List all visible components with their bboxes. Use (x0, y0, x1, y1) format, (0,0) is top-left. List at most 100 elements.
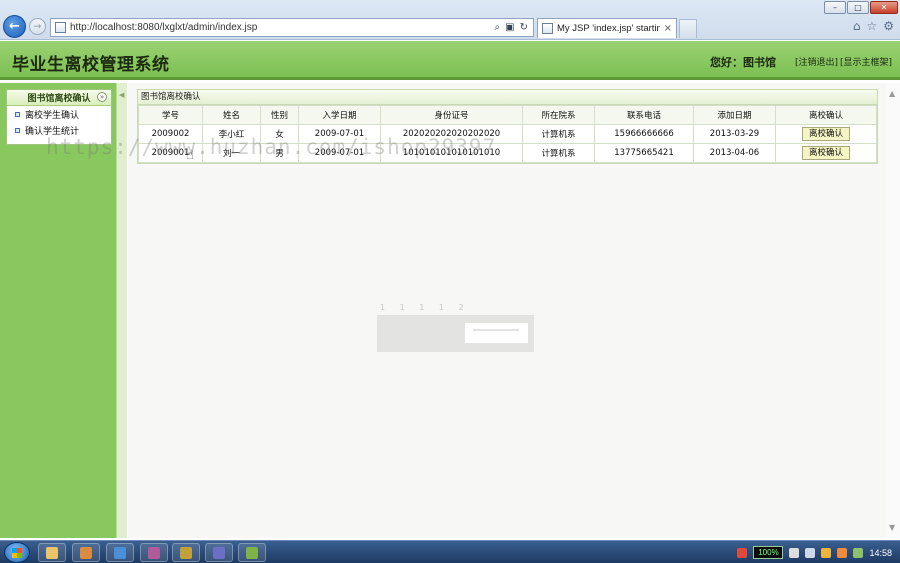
url-text[interactable]: http://localhost:8080/lxglxt/admin/index… (70, 22, 495, 33)
media-icon (80, 546, 92, 559)
maximize-button[interactable]: □ (847, 1, 869, 14)
power-icon[interactable] (789, 547, 800, 558)
close-window-button[interactable]: ✕ (870, 1, 898, 14)
minimize-button[interactable]: – (824, 1, 846, 14)
address-tools: ⌕ ▣ ↻ (495, 22, 528, 33)
cell-phone: 15966666666 (594, 124, 694, 144)
refresh-icon[interactable]: ↻ (520, 22, 528, 33)
col-enroll-date: 入学日期 (298, 105, 381, 125)
loading-bar (465, 323, 528, 343)
cell-gender: 男 (260, 143, 299, 163)
bullet-icon (15, 111, 20, 117)
qq-icon[interactable] (837, 547, 848, 558)
clock[interactable]: 14:58 (869, 548, 892, 558)
sidebar: 图书馆离校确认 » 离校学生确认 确认学生统计 (0, 83, 116, 538)
back-button[interactable]: ← (3, 15, 26, 38)
taskbar-app-explorer[interactable] (38, 543, 66, 562)
sidebar-item-confirm-students[interactable]: 离校学生确认 (7, 106, 111, 122)
page-icon (55, 22, 66, 33)
network-icon[interactable] (853, 547, 864, 558)
show-main-frame-link[interactable]: [显示主框架] (840, 55, 892, 68)
main-content: 图书馆离校确认 学号 姓名 性别 入学日期 身份证号 所在院系 联系电话 添加日… (128, 83, 886, 538)
vertical-scrollbar[interactable]: ▲ ▼ (886, 83, 900, 538)
cell-phone: 13775665421 (594, 143, 694, 163)
new-tab-button[interactable] (679, 19, 697, 38)
col-department: 所在院系 (522, 105, 595, 125)
tab-title: My JSP 'index.jsp' startin... (557, 23, 660, 34)
col-phone: 联系电话 (594, 105, 694, 125)
header-links: [注销退出] [显示主框架] (795, 55, 892, 68)
loading-box (377, 315, 534, 352)
leave-confirm-button[interactable]: 离校确认 (802, 127, 850, 141)
taskbar-app-winrar[interactable] (140, 543, 168, 562)
scroll-up-icon[interactable]: ▲ (889, 89, 895, 98)
sidebar-item-label: 确认学生统计 (25, 126, 80, 137)
cell-id-card: 101010101010101010 (380, 143, 523, 163)
taskbar-app-editor[interactable] (238, 543, 266, 562)
cell-enroll-date: 2009-07-01 (298, 124, 381, 144)
cell-id-card: 202020202020202020 (380, 124, 523, 144)
cell-department: 计算机系 (522, 124, 595, 144)
col-student-id: 学号 (138, 105, 203, 125)
battery-indicator[interactable]: 100% (753, 546, 784, 559)
col-id-card: 身份证号 (380, 105, 523, 125)
browser-toolbar-icons: ⌂ ☆ ⚙ (853, 19, 894, 33)
archive-icon (148, 546, 160, 559)
ie-icon (114, 546, 126, 559)
sidebar-item-label: 离校学生确认 (25, 110, 80, 121)
compat-view-icon[interactable]: ▣ (505, 22, 514, 33)
cell-name: 李小红 (202, 124, 261, 144)
col-action: 离校确认 (775, 105, 877, 125)
sidebar-panel-header[interactable]: 图书馆离校确认 » (7, 90, 111, 106)
taskbar-app-media[interactable] (72, 543, 100, 562)
cell-enroll-date: 2009-07-01 (298, 143, 381, 163)
address-bar[interactable]: http://localhost:8080/lxglxt/admin/index… (50, 18, 534, 37)
tool-icon (180, 546, 192, 559)
students-table: 学号 姓名 性别 入学日期 身份证号 所在院系 联系电话 添加日期 离校确认 2… (138, 105, 877, 163)
panel-title: 图书馆离校确认 (138, 90, 877, 105)
col-name: 姓名 (202, 105, 261, 125)
search-icon[interactable]: ⌕ (495, 22, 501, 33)
leave-confirm-button[interactable]: 离校确认 (802, 146, 850, 160)
loading-indicator-text: 1 1 1 1 2 (380, 303, 470, 312)
scroll-down-icon[interactable]: ▼ (889, 523, 895, 532)
col-added-date: 添加日期 (693, 105, 776, 125)
bullet-icon (15, 127, 20, 133)
arrow-right-icon: → (33, 21, 42, 32)
start-button[interactable] (4, 542, 30, 563)
cell-student-id: 2009002 (138, 124, 203, 144)
close-tab-icon[interactable]: × (664, 23, 672, 34)
editor-icon (246, 546, 258, 559)
favorites-star-icon[interactable]: ☆ (866, 19, 877, 33)
input-method-icon[interactable] (737, 547, 748, 558)
home-icon[interactable]: ⌂ (853, 19, 861, 33)
user-greeting: 您好：图书馆 (710, 56, 776, 69)
arrow-left-icon: ← (9, 19, 20, 34)
browser-chrome: – □ ✕ ← → http://localhost:8080/lxglxt/a… (0, 0, 900, 40)
volume-icon[interactable] (805, 547, 816, 558)
collapse-arrow-icon[interactable]: ◀ (119, 91, 124, 99)
sidebar-panel: 图书馆离校确认 » 离校学生确认 确认学生统计 (6, 89, 112, 145)
taskbar-app-eclipse[interactable] (205, 543, 233, 562)
gear-icon[interactable]: ⚙ (883, 19, 894, 33)
page-icon (542, 23, 553, 34)
collapse-icon[interactable]: » (97, 92, 107, 102)
taskbar-app-ie[interactable] (106, 543, 134, 562)
browser-tab[interactable]: My JSP 'index.jsp' startin... × (537, 18, 677, 38)
qq-icon[interactable] (821, 547, 832, 558)
cell-department: 计算机系 (522, 143, 595, 163)
sidebar-splitter[interactable]: ◀ (116, 83, 127, 538)
table-header-row: 学号 姓名 性别 入学日期 身份证号 所在院系 联系电话 添加日期 离校确认 (138, 105, 877, 125)
logout-link[interactable]: [注销退出] (795, 55, 838, 68)
eclipse-icon (213, 546, 225, 559)
cell-name: 刘一 (202, 143, 261, 163)
system-tray: 100% 14:58 (737, 541, 900, 563)
cell-action: 离校确认 (775, 143, 877, 163)
confirm-panel: 图书馆离校确认 学号 姓名 性别 入学日期 身份证号 所在院系 联系电话 添加日… (137, 89, 878, 164)
cell-action: 离校确认 (775, 124, 877, 144)
taskbar-app-tool[interactable] (172, 543, 200, 562)
forward-button[interactable]: → (29, 18, 46, 35)
window-controls: – □ ✕ (824, 1, 898, 14)
sidebar-item-confirmed-stats[interactable]: 确认学生统计 (7, 122, 111, 138)
taskbar: 100% 14:58 (0, 540, 900, 563)
